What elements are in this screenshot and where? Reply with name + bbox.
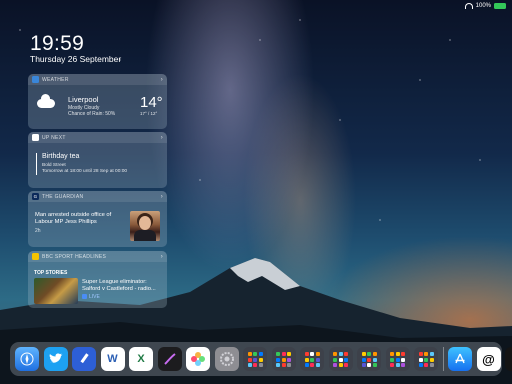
cloud-icon bbox=[37, 94, 55, 108]
weather-app-icon bbox=[32, 76, 39, 83]
excel-icon[interactable]: X bbox=[129, 347, 153, 371]
sport-headline[interactable]: Super League eliminator: Salford v Castl… bbox=[82, 279, 162, 293]
event-location: Bold Street bbox=[42, 163, 66, 168]
chevron-right-icon[interactable]: › bbox=[161, 254, 163, 260]
weather-city: Liverpool bbox=[68, 95, 99, 104]
chevron-right-icon[interactable]: › bbox=[161, 77, 163, 83]
dock: W X @ bbox=[10, 342, 512, 376]
up-next-widget-title: UP NEXT bbox=[42, 134, 66, 141]
weather-widget[interactable]: WEATHER › Liverpool Mostly Cloudy Chance… bbox=[28, 74, 167, 129]
weather-temperature: 14° bbox=[140, 94, 163, 111]
up-next-widget[interactable]: UP NEXT › Birthday tea Bold Street Tomor… bbox=[28, 132, 167, 188]
app-store-icon[interactable] bbox=[448, 347, 472, 371]
lock-screen-time: 19:59 bbox=[30, 32, 85, 55]
calendar-app-icon bbox=[32, 134, 39, 141]
wifi-icon bbox=[464, 3, 473, 9]
app-folder-icon[interactable] bbox=[300, 347, 324, 371]
app-folder-icon[interactable] bbox=[243, 347, 267, 371]
guardian-app-icon: G bbox=[32, 193, 39, 200]
brush-icon[interactable] bbox=[157, 347, 182, 371]
bbc-sport-widget[interactable]: BBC SPORT HEADLINES › TOP STORIES Super … bbox=[28, 251, 167, 308]
guardian-widget[interactable]: G THE GUARDIAN › Man arrested outside of… bbox=[28, 191, 167, 247]
bbc-sport-app-icon bbox=[32, 253, 39, 260]
pencil-app-icon[interactable] bbox=[72, 347, 96, 371]
dock-separator bbox=[442, 347, 444, 371]
word-icon[interactable]: W bbox=[100, 347, 125, 371]
app-folder-icon[interactable] bbox=[328, 347, 353, 371]
up-next-widget-header: UP NEXT › bbox=[28, 132, 167, 143]
settings-icon[interactable] bbox=[214, 347, 239, 371]
app-folder-icon[interactable] bbox=[385, 347, 410, 371]
app-folder-icon[interactable] bbox=[414, 347, 438, 371]
event-color-bar bbox=[36, 153, 37, 175]
news-headline[interactable]: Man arrested outside office of Labour MP… bbox=[35, 212, 127, 226]
netflix-icon[interactable]: N bbox=[505, 347, 512, 371]
status-bar: 100% bbox=[464, 3, 506, 9]
bbc-widget-header: BBC SPORT HEADLINES › bbox=[28, 251, 167, 262]
event-time: Tomorrow at 18:00 until 28 Sep at 00:00 bbox=[42, 169, 128, 174]
chevron-right-icon[interactable]: › bbox=[161, 194, 163, 200]
news-age: 2h bbox=[35, 228, 41, 234]
news-thumbnail[interactable] bbox=[130, 211, 160, 241]
guardian-widget-title: THE GUARDIAN bbox=[42, 193, 84, 200]
weather-high-low: 17° / 12° bbox=[140, 111, 158, 116]
weather-rain-chance: Chance of Rain: 50% bbox=[68, 111, 116, 117]
bbc-section-label: TOP STORIES bbox=[34, 270, 68, 276]
photos-icon[interactable] bbox=[186, 347, 210, 371]
chevron-right-icon[interactable]: › bbox=[161, 135, 163, 141]
battery-percent: 100% bbox=[475, 3, 491, 9]
app-folder-icon[interactable] bbox=[357, 347, 381, 371]
weather-widget-title: WEATHER bbox=[42, 76, 69, 83]
safari-icon[interactable] bbox=[15, 347, 39, 371]
app-folder-icon[interactable] bbox=[271, 347, 296, 371]
event-title: Birthday tea bbox=[42, 153, 80, 160]
sport-thumbnail[interactable] bbox=[34, 278, 78, 304]
live-badge: LIVE bbox=[82, 294, 100, 300]
bbc-widget-title: BBC SPORT HEADLINES bbox=[42, 253, 107, 260]
twitter-icon[interactable] bbox=[43, 347, 68, 371]
guardian-widget-header: G THE GUARDIAN › bbox=[28, 191, 167, 202]
at-sign-icon[interactable]: @ bbox=[476, 347, 501, 371]
lock-screen-date: Thursday 26 September bbox=[30, 54, 122, 64]
battery-icon bbox=[494, 3, 506, 9]
weather-widget-header: WEATHER › bbox=[28, 74, 167, 85]
